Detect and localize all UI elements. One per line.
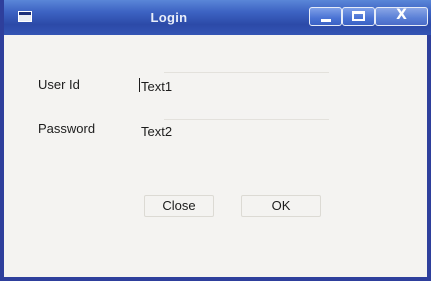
minimize-button[interactable] xyxy=(309,7,342,26)
divider xyxy=(164,72,329,73)
user-id-field[interactable]: Text1 xyxy=(141,79,301,94)
window-menu-icon[interactable] xyxy=(18,11,32,22)
form-area: User Id Text1 Password Text2 Close OK xyxy=(4,35,427,277)
close-icon: X xyxy=(396,7,407,23)
window-title: Login xyxy=(150,10,188,25)
user-id-label: User Id xyxy=(38,77,80,92)
close-button[interactable]: Close xyxy=(144,195,214,217)
password-label: Password xyxy=(38,121,96,136)
maximize-icon xyxy=(352,11,365,21)
minimize-icon xyxy=(321,19,331,22)
ok-button[interactable]: OK xyxy=(241,195,321,217)
text-caret xyxy=(139,78,140,92)
title-bar[interactable]: Login X xyxy=(4,0,431,35)
divider xyxy=(164,119,329,120)
close-window-button[interactable]: X xyxy=(375,7,428,26)
password-field[interactable]: Text2 xyxy=(141,124,301,139)
maximize-button[interactable] xyxy=(342,7,375,26)
login-window: Login X User Id Text1 Password Text2 Clo… xyxy=(0,0,431,281)
